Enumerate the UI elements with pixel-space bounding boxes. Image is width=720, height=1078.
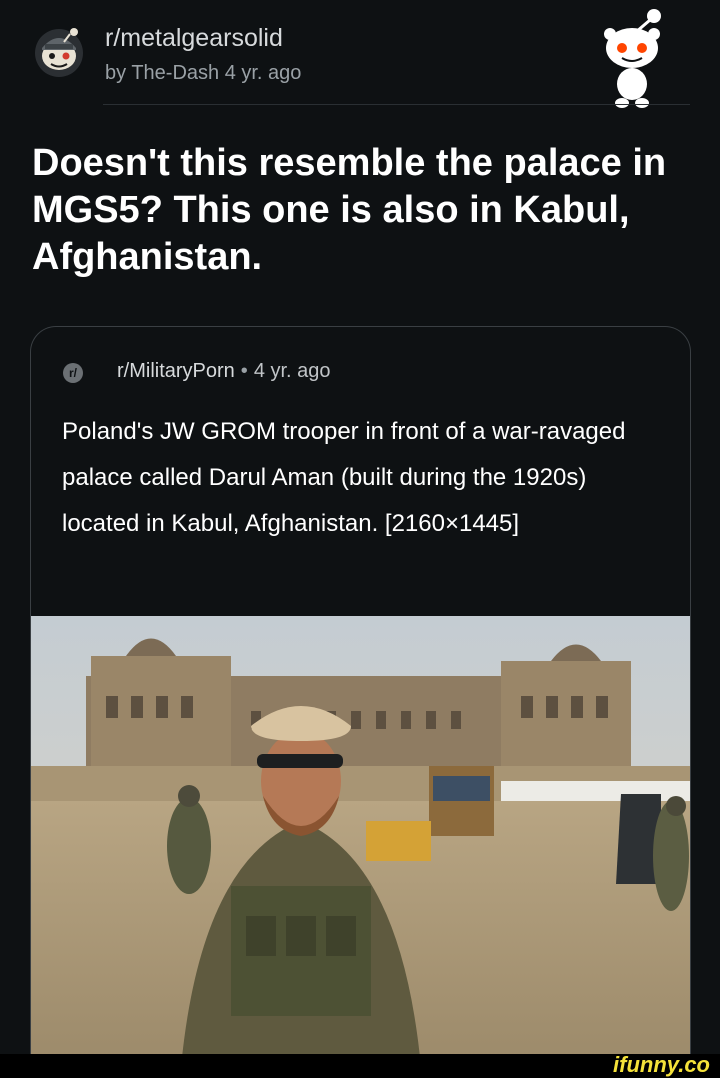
crosspost-icon: r/: [63, 363, 83, 383]
post-header: r/metalgearsolid by The-Dash 4 yr. ago: [0, 0, 720, 108]
meta-separator: •: [240, 360, 248, 382]
footer-bar: [0, 1054, 720, 1078]
post-title[interactable]: Doesn't this resemble the palace in MGS5…: [32, 140, 702, 281]
crosspost-subreddit[interactable]: r/MilitaryPorn: [117, 360, 235, 382]
crosspost-title[interactable]: Poland's JW GROM trooper in front of a w…: [62, 409, 662, 547]
crosspost-card[interactable]: r/ r/MilitaryPorn • 4 yr. ago Poland's JW …: [30, 326, 691, 1067]
header-divider: [103, 104, 690, 105]
post-byline: by The-Dash 4 yr. ago: [105, 62, 302, 84]
ifunny-watermark: ifunny.co: [613, 1052, 710, 1077]
crosspost-meta: r/MilitaryPorn • 4 yr. ago: [117, 360, 331, 383]
snoo-mascot-icon: [604, 9, 661, 108]
post-photo[interactable]: [31, 616, 690, 1067]
crosspost-age: 4 yr. ago: [253, 360, 331, 382]
subreddit-avatar-icon[interactable]: [30, 22, 88, 80]
subreddit-name[interactable]: r/metalgearsolid: [105, 24, 283, 53]
